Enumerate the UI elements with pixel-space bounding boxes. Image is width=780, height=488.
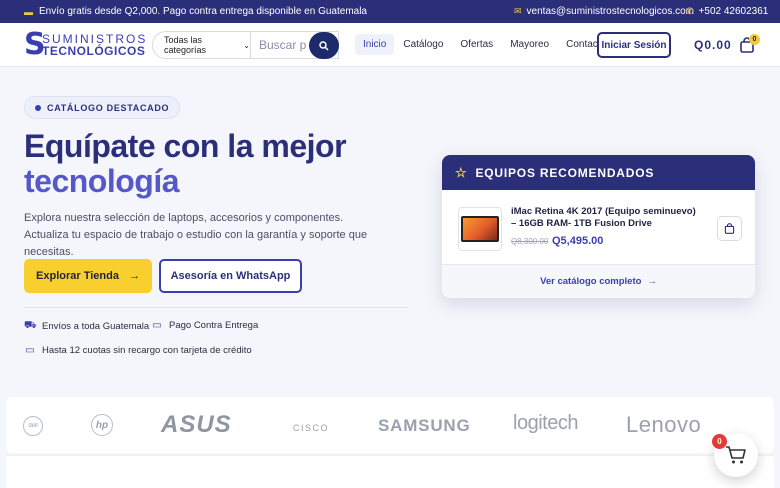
brand-cisco-logo: CISCO xyxy=(293,423,330,433)
cart-icon xyxy=(726,446,746,464)
hero-title: Equípate con la mejor xyxy=(24,128,347,164)
feature-cod: ▭ Pago Contra Entrega xyxy=(151,320,258,331)
feature-shipping-label: Envíos a toda Guatemala xyxy=(42,321,150,332)
explore-store-label: Explorar Tienda xyxy=(36,270,119,282)
recommended-header: ☆ EQUIPOS RECOMENDADOS xyxy=(442,155,755,190)
feature-installments: ▭ Hasta 12 cuotas sin recargo con tarjet… xyxy=(24,345,252,356)
nav-ofertas[interactable]: Ofertas xyxy=(452,34,501,55)
feature-cod-label: Pago Contra Entrega xyxy=(169,320,259,331)
credit-card-icon: ▭ xyxy=(25,345,35,356)
hero-badge: CATÁLOGO DESTACADO xyxy=(24,96,181,119)
product-name[interactable]: iMac Retina 4K 2017 (Equipo seminuevo) –… xyxy=(511,206,701,230)
product-item[interactable]: iMac Retina 4K 2017 (Equipo seminuevo) –… xyxy=(442,190,755,265)
product-thumbnail[interactable] xyxy=(458,207,502,251)
view-catalog-link[interactable]: Ver catálogo completo → xyxy=(442,265,755,298)
email-contact[interactable]: ✉ ventas@suministrostecnologicos.com xyxy=(514,6,694,17)
arrow-right-icon: → xyxy=(128,270,140,282)
brand-logitech-logo: logitech xyxy=(513,412,578,434)
shipping-text: Envío gratis desde Q2,000. Pago contra e… xyxy=(39,6,367,17)
feature-shipping: ⛟ Envíos a toda Guatemala xyxy=(24,320,149,333)
phone-contact[interactable]: ✆ +502 42602361 xyxy=(686,6,768,17)
envelope-icon: ✉ xyxy=(514,6,522,16)
star-icon: ☆ xyxy=(455,164,468,180)
login-button[interactable]: Iniciar Sesión xyxy=(597,32,671,58)
hero-badge-label: CATÁLOGO DESTACADO xyxy=(47,102,170,113)
add-to-cart-button[interactable] xyxy=(717,216,742,241)
logo-line2: TECNOLÓGICOS xyxy=(42,44,146,58)
phone-text[interactable]: +502 42602361 xyxy=(699,6,769,17)
recommended-products-card: ☆ EQUIPOS RECOMENDADOS iMac Retina 4K 20… xyxy=(442,155,755,298)
product-old-price: Q8,300.00 xyxy=(511,237,549,246)
logo-mark-icon: S xyxy=(24,27,46,62)
nav-mayoreo[interactable]: Mayoreo xyxy=(502,34,557,55)
shopping-bag-icon xyxy=(724,223,735,234)
arrow-right-icon: → xyxy=(647,276,657,287)
nav-catalogo[interactable]: Catálogo xyxy=(395,34,451,55)
hero-title-highlight: tecnología xyxy=(24,163,180,199)
truck-icon: ▬ xyxy=(24,6,33,17)
brand-lenovo-logo: Lenovo xyxy=(626,412,702,437)
imac-image xyxy=(461,216,499,242)
content-section xyxy=(6,455,774,488)
announcement-bar: ▬ Envío gratis desde Q2,000. Pago contra… xyxy=(0,0,780,23)
recommended-title: EQUIPOS RECOMENDADOS xyxy=(475,165,655,180)
email-text[interactable]: ventas@suministrostecnologicos.com xyxy=(527,6,694,17)
search-icon xyxy=(319,40,329,51)
logo-text: SUMINISTROS TECNOLÓGICOS xyxy=(42,33,147,57)
site-logo[interactable]: S SUMINISTROS TECNOLÓGICOS xyxy=(24,27,147,62)
brand-dell-logo: dell xyxy=(23,416,43,436)
cart-count-badge: 0 xyxy=(749,34,760,45)
brand-asus-logo: ASUS xyxy=(161,411,232,438)
chevron-down-icon: ⌄ xyxy=(243,40,250,50)
whatsapp-advice-button[interactable]: Asesoría en WhatsApp xyxy=(159,259,302,293)
cart-total[interactable]: Q0.00 xyxy=(694,38,732,52)
divider xyxy=(24,307,408,308)
feature-installments-label: Hasta 12 cuotas sin recargo con tarjeta … xyxy=(42,345,252,356)
phone-icon: ✆ xyxy=(686,6,694,16)
floating-cart-badge: 0 xyxy=(712,434,727,449)
main-nav: Inicio Catálogo Ofertas Mayoreo Contacto xyxy=(355,34,615,55)
category-select-value: Todas las categorías xyxy=(164,35,207,55)
brand-samsung-logo: SAMSUNG xyxy=(378,416,471,435)
search-button[interactable] xyxy=(309,32,339,59)
brand-hp-logo: hp xyxy=(91,414,113,436)
cash-icon: ▭ xyxy=(152,320,162,331)
search-input[interactable]: Buscar productos... xyxy=(251,38,307,52)
dot-icon xyxy=(35,104,41,111)
view-catalog-label: Ver catálogo completo xyxy=(540,276,642,287)
explore-store-button[interactable]: Explorar Tienda → xyxy=(24,259,152,293)
product-price: Q5,495.00 xyxy=(552,235,604,247)
shipping-notice: ▬ Envío gratis desde Q2,000. Pago contra… xyxy=(24,6,367,17)
hero-description: Explora nuestra selección de laptops, ac… xyxy=(24,212,368,258)
nav-inicio[interactable]: Inicio xyxy=(355,34,395,55)
truck-icon: ⛟ xyxy=(24,320,37,331)
category-select[interactable]: Todas las categorías ⌄ xyxy=(153,32,251,58)
brands-strip: dell hp ASUS CISCO SAMSUNG logitech Leno… xyxy=(6,397,774,453)
